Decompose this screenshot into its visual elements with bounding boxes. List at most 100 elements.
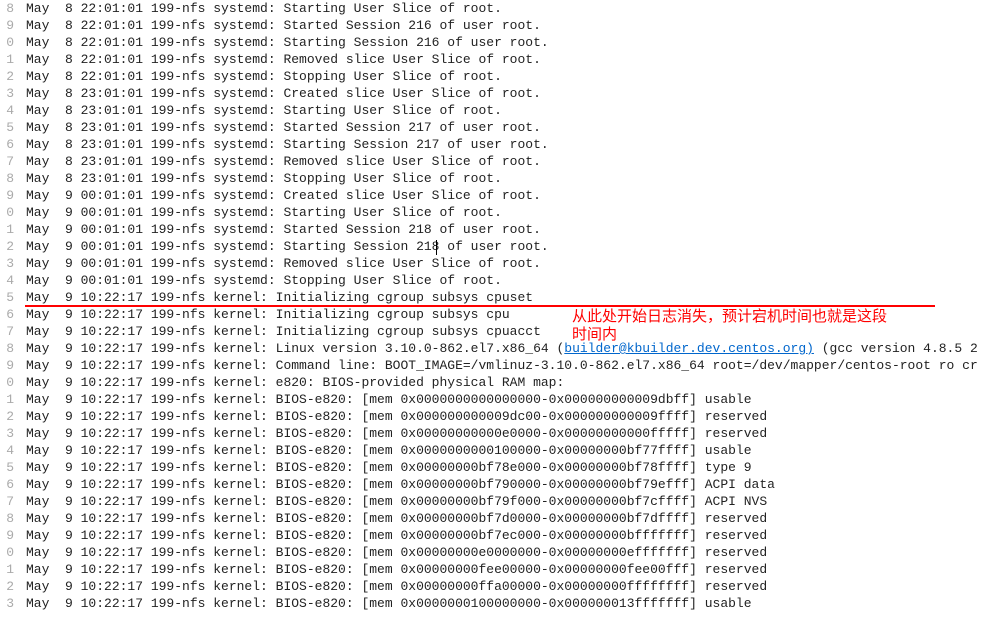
email-link[interactable]: builder@kbuilder.dev.centos.org) bbox=[564, 341, 814, 356]
log-line-text: May 9 10:22:17 199-nfs kernel: Initializ… bbox=[26, 323, 541, 340]
line-number: 1 bbox=[0, 51, 26, 68]
log-line-text: May 8 22:01:01 199-nfs systemd: Stopping… bbox=[26, 68, 502, 85]
line-number: 2 bbox=[0, 408, 26, 425]
log-line-text: May 9 00:01:01 199-nfs systemd: Starting… bbox=[26, 204, 502, 221]
log-line-text: May 9 10:22:17 199-nfs kernel: BIOS-e820… bbox=[26, 595, 752, 612]
log-line: 8May 8 22:01:01 199-nfs systemd: Startin… bbox=[0, 0, 996, 17]
log-line: 7May 9 10:22:17 199-nfs kernel: BIOS-e82… bbox=[0, 493, 996, 510]
log-line: 6May 8 23:01:01 199-nfs systemd: Startin… bbox=[0, 136, 996, 153]
line-number: 5 bbox=[0, 289, 26, 306]
log-line: 0May 8 22:01:01 199-nfs systemd: Startin… bbox=[0, 34, 996, 51]
log-line-text: May 8 22:01:01 199-nfs systemd: Started … bbox=[26, 17, 541, 34]
log-line-text: May 9 10:22:17 199-nfs kernel: Initializ… bbox=[26, 306, 510, 323]
log-line-text: May 9 10:22:17 199-nfs kernel: BIOS-e820… bbox=[26, 527, 767, 544]
log-line: 5May 9 10:22:17 199-nfs kernel: BIOS-e82… bbox=[0, 459, 996, 476]
line-number: 3 bbox=[0, 85, 26, 102]
line-number: 0 bbox=[0, 374, 26, 391]
line-number: 6 bbox=[0, 476, 26, 493]
line-number: 2 bbox=[0, 68, 26, 85]
log-line: 4May 9 00:01:01 199-nfs systemd: Stoppin… bbox=[0, 272, 996, 289]
line-number: 9 bbox=[0, 357, 26, 374]
log-line-text: May 9 00:01:01 199-nfs systemd: Stopping… bbox=[26, 272, 502, 289]
log-line: 9May 9 00:01:01 199-nfs systemd: Created… bbox=[0, 187, 996, 204]
log-line-text: May 9 10:22:17 199-nfs kernel: BIOS-e820… bbox=[26, 391, 752, 408]
log-line-text: May 9 00:01:01 199-nfs systemd: Starting… bbox=[26, 238, 549, 255]
line-number: 3 bbox=[0, 425, 26, 442]
log-line-text: May 8 23:01:01 199-nfs systemd: Starting… bbox=[26, 136, 549, 153]
log-line: 9May 9 10:22:17 199-nfs kernel: BIOS-e82… bbox=[0, 527, 996, 544]
log-line-text: May 9 10:22:17 199-nfs kernel: BIOS-e820… bbox=[26, 544, 767, 561]
line-number: 3 bbox=[0, 255, 26, 272]
log-line: 3May 8 23:01:01 199-nfs systemd: Created… bbox=[0, 85, 996, 102]
line-number: 9 bbox=[0, 17, 26, 34]
log-line: 3May 9 00:01:01 199-nfs systemd: Removed… bbox=[0, 255, 996, 272]
log-line: 8May 9 10:22:17 199-nfs kernel: Linux ve… bbox=[0, 340, 996, 357]
log-line: 3May 9 10:22:17 199-nfs kernel: BIOS-e82… bbox=[0, 425, 996, 442]
log-line-text: May 9 10:22:17 199-nfs kernel: BIOS-e820… bbox=[26, 408, 767, 425]
text-caret bbox=[436, 240, 437, 255]
line-number: 0 bbox=[0, 34, 26, 51]
log-line: 0May 9 10:22:17 199-nfs kernel: BIOS-e82… bbox=[0, 544, 996, 561]
line-number: 2 bbox=[0, 238, 26, 255]
log-line-text: May 8 23:01:01 199-nfs systemd: Stopping… bbox=[26, 170, 502, 187]
log-editor[interactable]: 8May 8 22:01:01 199-nfs systemd: Startin… bbox=[0, 0, 996, 638]
log-line: 8May 9 10:22:17 199-nfs kernel: BIOS-e82… bbox=[0, 510, 996, 527]
log-line: 8May 8 23:01:01 199-nfs systemd: Stoppin… bbox=[0, 170, 996, 187]
line-number: 0 bbox=[0, 544, 26, 561]
log-line: 2May 9 10:22:17 199-nfs kernel: BIOS-e82… bbox=[0, 578, 996, 595]
log-line: 1May 9 10:22:17 199-nfs kernel: BIOS-e82… bbox=[0, 391, 996, 408]
line-number: 4 bbox=[0, 102, 26, 119]
log-line-text: May 9 10:22:17 199-nfs kernel: BIOS-e820… bbox=[26, 493, 767, 510]
log-line: 6May 9 10:22:17 199-nfs kernel: Initiali… bbox=[0, 306, 996, 323]
log-line-text: May 9 10:22:17 199-nfs kernel: BIOS-e820… bbox=[26, 425, 767, 442]
log-line-text: May 8 22:01:01 199-nfs systemd: Starting… bbox=[26, 34, 549, 51]
log-line-text: May 8 23:01:01 199-nfs systemd: Removed … bbox=[26, 153, 541, 170]
log-line-text: May 9 00:01:01 199-nfs systemd: Removed … bbox=[26, 255, 541, 272]
log-line: 7May 8 23:01:01 199-nfs systemd: Removed… bbox=[0, 153, 996, 170]
line-number: 5 bbox=[0, 459, 26, 476]
line-number: 1 bbox=[0, 391, 26, 408]
log-line: 6May 9 10:22:17 199-nfs kernel: BIOS-e82… bbox=[0, 476, 996, 493]
line-number: 9 bbox=[0, 187, 26, 204]
log-line: 5May 9 10:22:17 199-nfs kernel: Initiali… bbox=[0, 289, 996, 306]
log-line-text: May 9 00:01:01 199-nfs systemd: Created … bbox=[26, 187, 541, 204]
log-line-text: May 9 00:01:01 199-nfs systemd: Started … bbox=[26, 221, 541, 238]
log-line-text: May 8 23:01:01 199-nfs systemd: Created … bbox=[26, 85, 541, 102]
log-line-text: May 9 10:22:17 199-nfs kernel: Command l… bbox=[26, 357, 978, 374]
line-number: 8 bbox=[0, 510, 26, 527]
line-number: 7 bbox=[0, 493, 26, 510]
line-number: 8 bbox=[0, 170, 26, 187]
log-line: 0May 9 00:01:01 199-nfs systemd: Startin… bbox=[0, 204, 996, 221]
log-line: 1May 8 22:01:01 199-nfs systemd: Removed… bbox=[0, 51, 996, 68]
log-line: 9May 8 22:01:01 199-nfs systemd: Started… bbox=[0, 17, 996, 34]
log-line: 7May 9 10:22:17 199-nfs kernel: Initiali… bbox=[0, 323, 996, 340]
log-line: 0May 9 10:22:17 199-nfs kernel: e820: BI… bbox=[0, 374, 996, 391]
log-line-text: May 9 10:22:17 199-nfs kernel: Linux ver… bbox=[26, 340, 978, 357]
log-line-text: May 8 23:01:01 199-nfs systemd: Starting… bbox=[26, 102, 502, 119]
line-number: 5 bbox=[0, 119, 26, 136]
log-line: 1May 9 10:22:17 199-nfs kernel: BIOS-e82… bbox=[0, 561, 996, 578]
annotation-divider bbox=[25, 305, 935, 307]
log-line-text: May 9 10:22:17 199-nfs kernel: BIOS-e820… bbox=[26, 442, 752, 459]
log-line-text: May 9 10:22:17 199-nfs kernel: BIOS-e820… bbox=[26, 510, 767, 527]
log-line-text: May 9 10:22:17 199-nfs kernel: Initializ… bbox=[26, 289, 533, 306]
log-line: 1May 9 00:01:01 199-nfs systemd: Started… bbox=[0, 221, 996, 238]
line-number: 6 bbox=[0, 306, 26, 323]
line-number: 9 bbox=[0, 527, 26, 544]
line-number: 3 bbox=[0, 595, 26, 612]
line-number: 0 bbox=[0, 204, 26, 221]
log-line: 9May 9 10:22:17 199-nfs kernel: Command … bbox=[0, 357, 996, 374]
line-number: 7 bbox=[0, 323, 26, 340]
log-line: 2May 9 10:22:17 199-nfs kernel: BIOS-e82… bbox=[0, 408, 996, 425]
log-line: 2May 9 00:01:01 199-nfs systemd: Startin… bbox=[0, 238, 996, 255]
log-line: 2May 8 22:01:01 199-nfs systemd: Stoppin… bbox=[0, 68, 996, 85]
line-number: 8 bbox=[0, 340, 26, 357]
log-line-text: May 9 10:22:17 199-nfs kernel: BIOS-e820… bbox=[26, 459, 752, 476]
line-number: 8 bbox=[0, 0, 26, 17]
log-line: 4May 9 10:22:17 199-nfs kernel: BIOS-e82… bbox=[0, 442, 996, 459]
log-line-text: May 8 22:01:01 199-nfs systemd: Removed … bbox=[26, 51, 541, 68]
line-number: 4 bbox=[0, 442, 26, 459]
log-line-text: May 9 10:22:17 199-nfs kernel: e820: BIO… bbox=[26, 374, 564, 391]
line-number: 4 bbox=[0, 272, 26, 289]
log-line: 5May 8 23:01:01 199-nfs systemd: Started… bbox=[0, 119, 996, 136]
